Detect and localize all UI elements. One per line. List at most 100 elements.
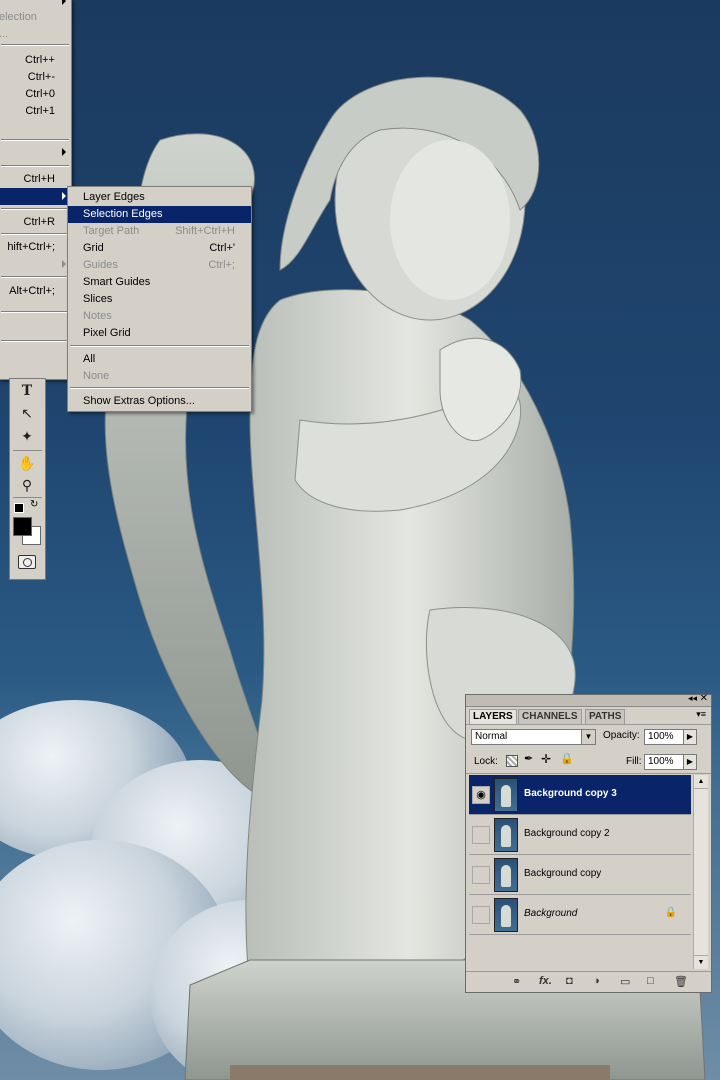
link-layers-icon[interactable]: ⚭ [512, 975, 521, 988]
opacity-input[interactable]: 100% [644, 729, 685, 745]
layers-scrollbar[interactable]: ▲ ▼ [693, 775, 708, 969]
menu-item[interactable]: Ctrl+0 [0, 86, 71, 103]
swap-colors-icon[interactable]: ↻ [30, 499, 38, 510]
menu-item-all[interactable]: All [68, 351, 251, 368]
menu-item-none[interactable]: None [68, 368, 251, 385]
adjustment-layer-icon[interactable]: ◑ [593, 975, 600, 987]
opacity-label: Opacity: [603, 730, 640, 741]
menu-separator [1, 233, 69, 235]
tab-paths[interactable]: PATHS [585, 709, 626, 724]
menu-item-extras[interactable] [0, 188, 71, 205]
layers-bottom-toolbar: ⚭ fx. ◘ ◑ ▭ □ 🗑 [466, 971, 711, 992]
lock-position-icon[interactable]: ✛ [541, 752, 551, 766]
menu-item-slices[interactable]: Slices [68, 291, 251, 308]
menu-item-shortcut: hift+Ctrl+; [7, 241, 55, 253]
menu-item-shortcut: Ctrl+0 [25, 88, 55, 100]
visibility-eye-icon[interactable]: ◉ [472, 786, 490, 804]
menu-item-shortcut: Alt+Ctrl+; [9, 285, 55, 297]
visibility-toggle[interactable] [472, 826, 490, 844]
fill-value: 100% [648, 756, 674, 767]
menu-item[interactable]: Ctrl+H [0, 171, 71, 188]
menu-item-shortcut: Ctrl+- [27, 71, 55, 83]
menu-item-label: Layer Edges [83, 191, 145, 203]
zoom-tool-icon[interactable]: ⚲ [15, 475, 39, 495]
visibility-toggle[interactable] [472, 906, 490, 924]
new-group-icon[interactable]: ▭ [620, 975, 630, 988]
fill-slider-arrow-icon[interactable]: ▶ [683, 754, 697, 770]
layer-row[interactable]: Background 🔒 [469, 895, 691, 935]
add-mask-icon[interactable]: ◘ [566, 975, 573, 987]
menu-item-pixel-grid[interactable]: Pixel Grid [68, 325, 251, 342]
menu-item[interactable]: election [0, 9, 71, 26]
menu-item-label: Show Extras Options... [83, 395, 195, 407]
menu-item-grid[interactable]: Grid Ctrl+' [68, 240, 251, 257]
tools-separator [13, 450, 42, 451]
menu-item-selection-edges[interactable]: Selection Edges [68, 206, 251, 223]
menu-item[interactable]: Alt+Ctrl+; [0, 283, 71, 300]
menu-item-guides[interactable]: Guides Ctrl+; [68, 257, 251, 274]
path-selection-icon[interactable]: ↖ [15, 403, 39, 423]
menu-item-smart-guides[interactable]: Smart Guides [68, 274, 251, 291]
custom-shape-icon[interactable]: ✦ [15, 426, 39, 446]
menu-item-shortcut: Shift+Ctrl+H [175, 225, 235, 237]
layer-row[interactable]: Background copy 2 [469, 815, 691, 855]
panel-menu-icon[interactable]: ▾≡ [696, 709, 706, 720]
quick-mask-icon[interactable] [18, 555, 36, 569]
menu-item-layer-edges[interactable]: Layer Edges [68, 189, 251, 206]
layer-thumbnail [494, 858, 518, 892]
submenu-arrow-icon [62, 0, 66, 5]
menu-item[interactable] [0, 256, 71, 273]
new-layer-icon[interactable]: □ [647, 975, 654, 987]
layer-lock-icon: 🔒 [664, 907, 677, 918]
close-panel-icon[interactable]: ✕ [700, 693, 708, 704]
options-divider [466, 773, 711, 774]
menu-item[interactable] [0, 144, 71, 161]
default-colors-icon[interactable] [14, 503, 24, 513]
scroll-up-icon[interactable]: ▲ [694, 775, 708, 789]
fill-input[interactable]: 100% [644, 754, 685, 770]
delete-layer-icon[interactable]: 🗑 [674, 975, 688, 988]
tools-panel: T ↖ ✦ ✋ ⚲ ↻ [9, 378, 46, 580]
foreground-color-swatch[interactable] [13, 517, 32, 536]
menu-item-label: All [83, 353, 96, 365]
menu-item-shortcut: Ctrl+; [208, 259, 235, 271]
layer-row[interactable]: Background copy [469, 855, 691, 895]
view-menu: election ... Ctrl++ Ctrl+- Ctrl+0 Ctrl+1… [0, 0, 72, 380]
lock-all-icon[interactable]: 🔒 [560, 752, 574, 765]
visibility-toggle[interactable] [472, 866, 490, 884]
menu-item[interactable]: hift+Ctrl+; [0, 239, 71, 256]
hand-tool-icon[interactable]: ✋ [15, 453, 39, 473]
menu-item[interactable]: Ctrl++ [0, 52, 71, 69]
menu-separator [1, 340, 69, 342]
layer-name: Background copy 3 [524, 788, 617, 799]
tab-channels[interactable]: CHANNELS [518, 709, 582, 724]
extras-submenu: Layer Edges Selection Edges Target Path S… [67, 186, 252, 412]
menu-item-notes[interactable]: Notes [68, 308, 251, 325]
menu-item-target-path[interactable]: Target Path Shift+Ctrl+H [68, 223, 251, 240]
submenu-arrow-icon [62, 260, 66, 268]
tab-layers[interactable]: LAYERS [469, 709, 517, 724]
layers-panel: ◂◂ ✕ LAYERS CHANNELS PATHS ▾≡ Normal ▼ O… [465, 693, 712, 993]
tools-separator [13, 497, 42, 498]
menu-item[interactable]: ... [0, 26, 71, 43]
menu-separator [1, 44, 69, 46]
lock-image-icon[interactable]: ✒ [524, 752, 533, 765]
lock-label: Lock: [474, 756, 498, 767]
menu-item-shortcut: Ctrl+H [23, 173, 55, 185]
opacity-slider-arrow-icon[interactable]: ▶ [683, 729, 697, 745]
lock-transparency-icon[interactable] [506, 755, 518, 767]
scroll-down-icon[interactable]: ▼ [694, 955, 708, 969]
type-tool-icon[interactable]: T [15, 381, 39, 401]
collapse-panel-icon[interactable]: ◂◂ [688, 693, 697, 704]
fx-icon[interactable]: fx. [539, 975, 552, 987]
menu-separator [1, 276, 69, 278]
menu-item[interactable]: Ctrl+R [0, 214, 71, 231]
layer-row[interactable]: ◉ Background copy 3 [469, 775, 691, 815]
menu-item[interactable]: Ctrl+1 [0, 103, 71, 120]
menu-item-shortcut: Ctrl+R [23, 216, 55, 228]
menu-item-label: Smart Guides [83, 276, 151, 288]
menu-item[interactable]: Ctrl+- [0, 69, 71, 86]
menu-item-show-extras-options[interactable]: Show Extras Options... [68, 393, 251, 410]
blend-mode-select[interactable]: Normal ▼ [471, 729, 596, 745]
panel-titlebar[interactable]: ◂◂ ✕ [466, 693, 711, 707]
